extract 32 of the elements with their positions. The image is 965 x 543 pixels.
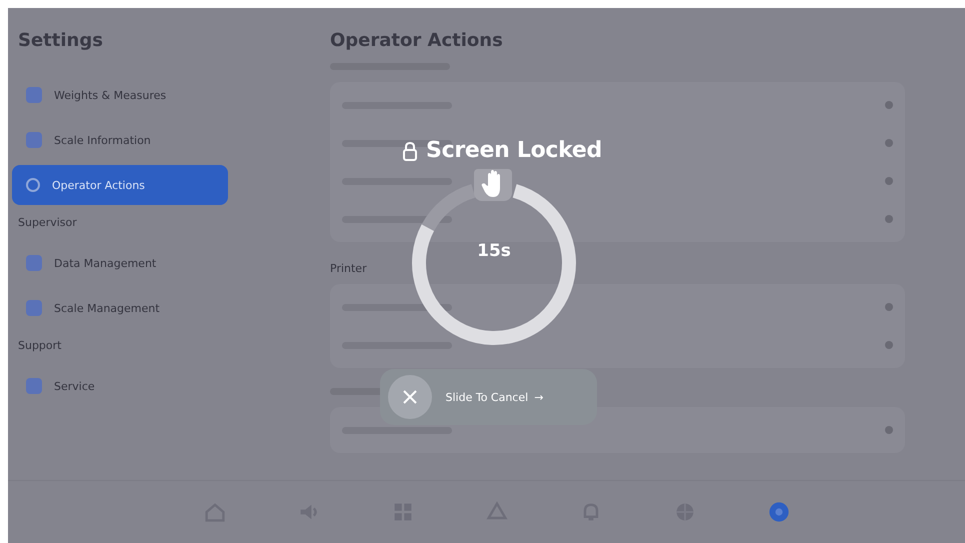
cancel-handle[interactable] [388, 375, 432, 419]
slide-label: Slide To Cancel [446, 390, 528, 404]
sidebar-item[interactable]: Operator Actions [12, 165, 228, 205]
menu-item-icon [26, 378, 42, 394]
menu-item-icon [26, 87, 42, 103]
close-icon [402, 389, 418, 405]
countdown-text: 15s [476, 241, 512, 261]
section-heading: Printer [330, 262, 368, 277]
chevron-icon [885, 215, 893, 223]
slide-to-cancel-track[interactable]: Slide To Cancel → [380, 369, 596, 425]
arrow-icon: → [534, 390, 544, 404]
chevron-icon [885, 426, 893, 434]
chevron-icon [885, 177, 893, 185]
sidebar-title: Settings [18, 30, 104, 51]
sidebar-item[interactable]: Service [12, 366, 228, 406]
menu-item-icon [26, 255, 42, 271]
menu-item-icon [26, 132, 42, 148]
section-heading: Support [18, 339, 62, 352]
menu-item-icon [26, 178, 40, 192]
page-title: Operator Actions [330, 30, 504, 51]
lock-title: Screen Locked [426, 138, 602, 163]
chevron-icon [885, 303, 893, 311]
chevron-icon [885, 139, 893, 147]
menu-item-icon [26, 300, 42, 316]
chevron-icon [885, 341, 893, 349]
section-heading: Supervisor [18, 216, 78, 229]
chevron-icon [885, 101, 893, 109]
sidebar-item[interactable]: Data Management [12, 243, 228, 283]
sidebar-item[interactable]: Scale Management [12, 288, 228, 328]
lock-icon [402, 140, 418, 160]
sidebar-item[interactable]: Scale Information [12, 120, 228, 160]
sidebar-item[interactable]: Weights & Measures [12, 75, 228, 115]
